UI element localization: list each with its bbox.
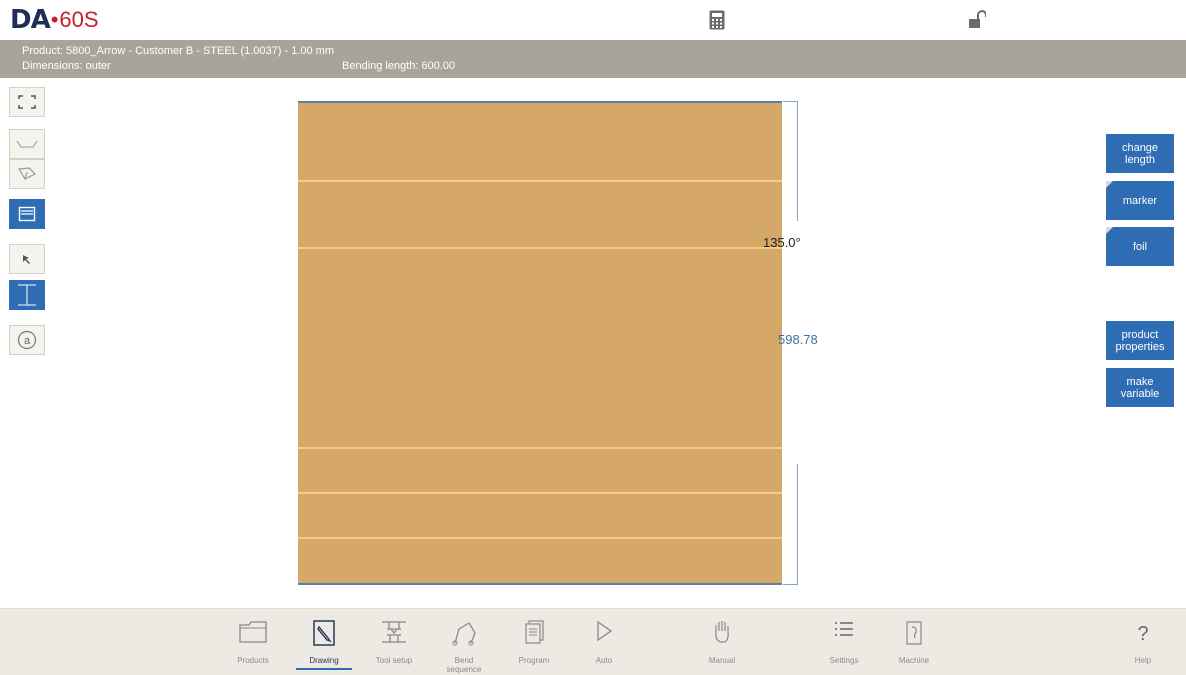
nav-label: Help <box>1134 656 1152 665</box>
active-tab-indicator <box>296 668 352 670</box>
bend-sequence-icon <box>452 622 476 646</box>
dimension-line-upper <box>797 101 798 221</box>
product-info-bar: Product: 5800_Arrow - Customer B - STEEL… <box>0 40 1186 78</box>
hand-icon <box>715 621 729 643</box>
bend-line[interactable] <box>298 537 782 539</box>
product-properties-button[interactable]: product properties <box>1106 321 1174 360</box>
profile-2d-icon <box>16 140 38 148</box>
dimension-value[interactable]: 598.78 <box>778 332 818 347</box>
list-icon <box>835 622 853 636</box>
product-title: Product: 5800_Arrow - Customer B - STEEL… <box>22 45 334 57</box>
dimensions-text: Dimensions: outer <box>22 60 111 72</box>
play-icon <box>597 620 613 642</box>
bend-line[interactable] <box>298 447 782 449</box>
profile-3d-icon <box>17 167 37 180</box>
change-length-button[interactable]: change length <box>1106 134 1174 173</box>
logo-brand: DA <box>10 5 51 35</box>
nav-label: Program <box>518 656 550 665</box>
profile-2d-button[interactable] <box>9 129 45 159</box>
bottom-navigation: Products Drawing Tool setup Bend sequenc… <box>0 608 1186 675</box>
machine-icon <box>906 621 922 645</box>
nav-label: Products <box>237 656 269 665</box>
flat-sheet[interactable] <box>298 101 782 585</box>
nav-label: Tool setup <box>375 656 413 665</box>
bend-line[interactable] <box>298 247 782 249</box>
flat-view-icon <box>18 206 36 222</box>
fit-view-icon <box>18 95 36 109</box>
at-sign-icon: a <box>17 330 37 350</box>
text-tool-button[interactable] <box>9 280 45 310</box>
bend-line[interactable] <box>298 492 782 494</box>
corner-marker <box>1106 181 1113 188</box>
nav-label: Settings <box>829 656 859 665</box>
corner-marker <box>1106 227 1113 234</box>
flat-view-button[interactable] <box>9 199 45 229</box>
nav-label: Bend sequence <box>446 656 482 674</box>
nav-help[interactable]: ? Help <box>1113 609 1173 675</box>
dimension-tick-top <box>783 101 798 102</box>
marker-label: marker <box>1122 194 1158 207</box>
at-button[interactable]: a <box>9 325 45 355</box>
select-tool-button[interactable] <box>9 244 45 274</box>
nav-program[interactable]: Program <box>504 609 564 675</box>
help-icon: ? <box>1137 623 1149 645</box>
nav-products[interactable]: Products <box>223 609 283 675</box>
nav-settings[interactable]: Settings <box>814 609 874 675</box>
dimension-line-lower <box>797 464 798 585</box>
drawing-pencil-icon <box>313 620 335 646</box>
profile-3d-button[interactable] <box>9 159 45 189</box>
foil-label: foil <box>1132 240 1148 253</box>
nav-label: Auto <box>595 656 613 665</box>
tool-setup-icon <box>382 621 406 643</box>
logo: DA • 60S <box>10 5 99 35</box>
nav-label: Drawing <box>309 656 339 665</box>
bending-length-text: Bending length: 600.00 <box>342 60 456 72</box>
logo-model: 60S <box>59 7 99 32</box>
nav-label: Machine <box>898 656 930 665</box>
make-variable-button[interactable]: make variable <box>1106 368 1174 407</box>
dimension-tick-bottom <box>783 584 798 585</box>
nav-auto[interactable]: Auto <box>574 609 634 675</box>
folder-icon <box>239 621 267 643</box>
svg-text:a: a <box>24 335 31 347</box>
nav-bend-sequence[interactable]: Bend sequence <box>434 609 494 675</box>
nav-tool-setup[interactable]: Tool setup <box>364 609 424 675</box>
nav-drawing[interactable]: Drawing <box>294 609 354 675</box>
nav-manual[interactable]: Manual <box>692 609 752 675</box>
marker-button[interactable]: marker <box>1106 181 1174 220</box>
top-bar: DA • 60S <box>0 0 1186 40</box>
fit-view-button[interactable] <box>9 87 45 117</box>
foil-button[interactable]: foil <box>1106 227 1174 266</box>
bend-angle-label[interactable]: 135.0° <box>763 235 801 250</box>
logo-dot: • <box>50 7 59 32</box>
calculator-icon[interactable] <box>709 10 725 30</box>
unlock-icon[interactable] <box>968 10 986 30</box>
program-pages-icon <box>525 620 544 644</box>
bend-line[interactable] <box>298 180 782 182</box>
nav-label: Manual <box>708 656 736 665</box>
text-cursor-icon <box>18 284 36 306</box>
nav-machine[interactable]: Machine <box>884 609 944 675</box>
select-arrow-icon <box>23 255 30 264</box>
